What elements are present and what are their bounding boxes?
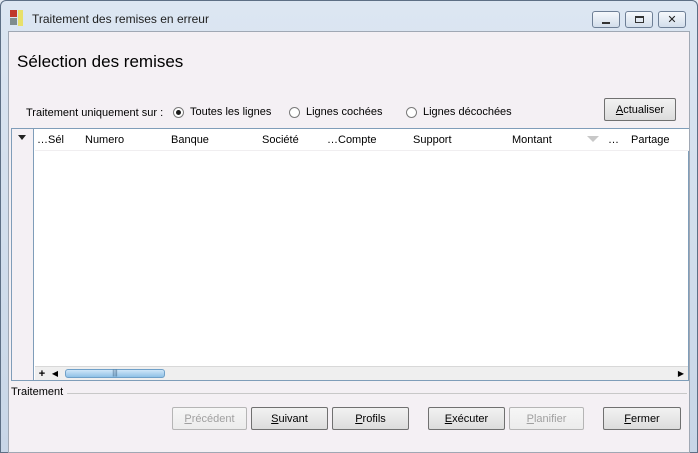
- divider: [67, 393, 687, 394]
- status-label: Traitement: [11, 386, 64, 398]
- close-button[interactable]: ✕: [658, 11, 686, 28]
- profiles-button[interactable]: Profils: [332, 407, 409, 430]
- radio-unchecked-lines[interactable]: Lignes décochées: [406, 106, 512, 118]
- horizontal-scrollbar[interactable]: + ◀ ||| ▶: [35, 366, 688, 380]
- row-header-column: [12, 129, 34, 380]
- radio-all-lines-label: Toutes les lignes: [190, 106, 272, 118]
- execute-button[interactable]: Exécuter: [428, 407, 505, 430]
- scroll-right-icon[interactable]: ▶: [675, 367, 687, 380]
- grip-icon: |||: [112, 370, 118, 377]
- column-header-sel[interactable]: …Sél: [37, 134, 64, 146]
- remittances-table[interactable]: …Sél Numero Banque Société …Compte Suppo…: [11, 128, 689, 381]
- chevron-down-icon[interactable]: [18, 135, 26, 140]
- column-header-support[interactable]: Support: [413, 134, 452, 146]
- radio-selected-icon[interactable]: [173, 106, 184, 118]
- column-header-societe[interactable]: Société: [262, 134, 299, 146]
- table-header: …Sél Numero Banque Société …Compte Suppo…: [35, 129, 689, 151]
- column-header-partage[interactable]: Partage: [631, 134, 670, 146]
- radio-checked-lines-label: Lignes cochées: [306, 106, 383, 118]
- minimize-icon: [602, 21, 610, 24]
- window-content: Sélection des remises Traitement uniquem…: [8, 31, 690, 453]
- column-header-numero[interactable]: Numero: [85, 134, 124, 146]
- scroll-thumb[interactable]: |||: [65, 369, 165, 378]
- schedule-button[interactable]: Planifier: [509, 407, 584, 430]
- add-icon[interactable]: +: [36, 367, 48, 380]
- filter-icon[interactable]: [587, 136, 599, 142]
- filter-label: Traitement uniquement sur :: [26, 107, 164, 119]
- radio-checked-lines[interactable]: Lignes cochées: [289, 106, 382, 118]
- title-bar[interactable]: Traitement des remises en erreur ✕: [1, 1, 697, 31]
- radio-unselected-icon[interactable]: [289, 106, 300, 118]
- next-button[interactable]: Suivant: [251, 407, 328, 430]
- previous-button[interactable]: Précédent: [172, 407, 247, 430]
- column-header-compte[interactable]: …Compte: [327, 134, 377, 146]
- page-title: Sélection des remises: [17, 52, 184, 71]
- column-header-banque[interactable]: Banque: [171, 134, 209, 146]
- minimize-button[interactable]: [592, 11, 620, 28]
- radio-unselected-icon[interactable]: [406, 106, 417, 118]
- close-dialog-button[interactable]: Fermer: [603, 407, 681, 430]
- maximize-button[interactable]: [625, 11, 653, 28]
- refresh-button[interactable]: Actualiser: [604, 98, 676, 121]
- window-title: Traitement des remises en erreur: [32, 12, 209, 26]
- column-header-montant[interactable]: Montant: [512, 134, 552, 146]
- app-icon: [10, 10, 26, 26]
- radio-unchecked-lines-label: Lignes décochées: [423, 106, 512, 118]
- maximize-icon: [634, 16, 644, 23]
- scroll-left-icon[interactable]: ◀: [49, 367, 61, 380]
- column-header-truncated[interactable]: …: [608, 134, 619, 146]
- application-window: Traitement des remises en erreur ✕ Sélec…: [0, 0, 698, 453]
- close-icon: ✕: [667, 14, 677, 26]
- radio-all-lines[interactable]: Toutes les lignes: [173, 106, 271, 118]
